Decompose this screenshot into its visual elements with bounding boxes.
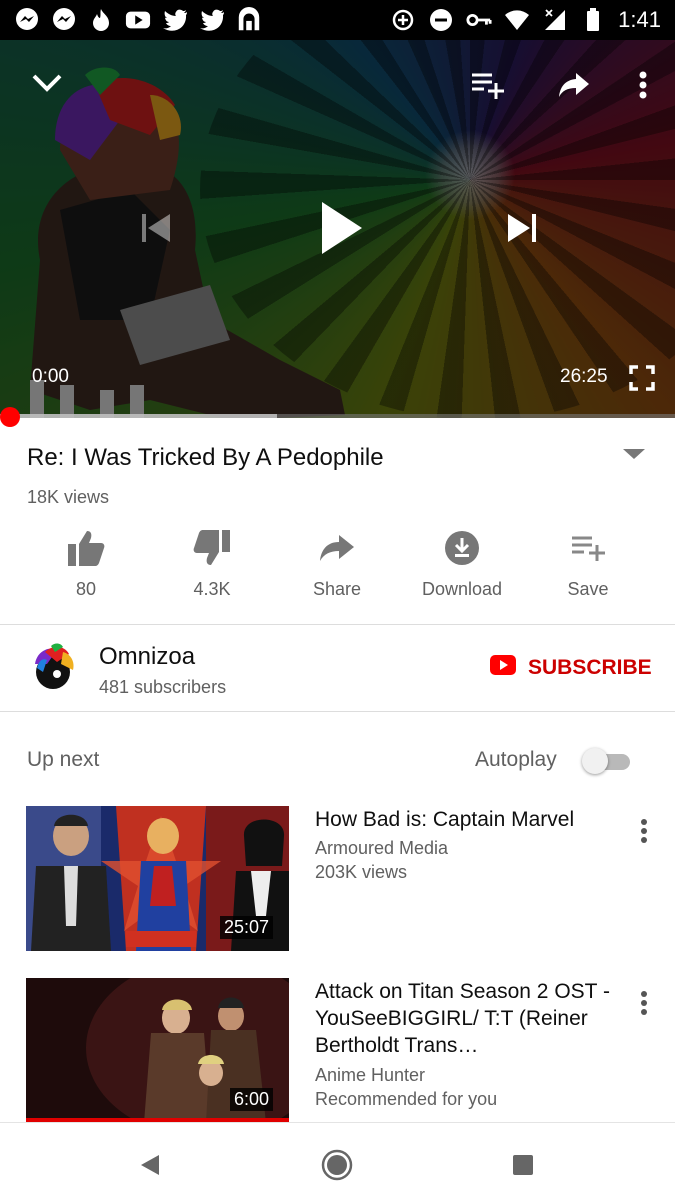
video-meta: 203K views [315,862,408,882]
fullscreen-icon[interactable] [626,362,658,394]
video-actions: 80 4.3K Share Download Save [0,528,675,608]
channel-name[interactable]: Omnizoa [99,643,195,671]
video-title[interactable]: How Bad is: Captain Marvel [315,806,615,833]
tinder-icon [88,7,114,33]
share-icon[interactable] [555,66,593,104]
buffered-progress [0,414,277,418]
more-options-icon[interactable] [630,66,656,104]
download-button[interactable]: Download [399,528,525,600]
autoplay-toggle[interactable] [582,748,630,774]
subscribe-button[interactable]: SUBSCRIBE [490,655,652,680]
video-channel: Armoured Media [315,838,449,858]
like-button[interactable]: 80 [23,528,149,600]
video-duration: 26:25 [560,366,608,387]
video-title[interactable]: Attack on Titan Season 2 OST - YouSeeBIG… [315,978,615,1059]
signal-icon [542,7,568,33]
home-icon[interactable] [319,1147,355,1183]
share-icon [319,528,355,568]
video-channel: Anime Hunter [315,1065,426,1085]
dislike-button[interactable]: 4.3K [149,528,275,600]
progress-bar[interactable] [0,414,675,418]
previous-icon[interactable] [136,208,176,248]
next-icon[interactable] [502,208,542,248]
like-count: 80 [75,579,97,599]
more-options-icon[interactable] [640,990,648,1021]
recents-icon[interactable] [505,1147,541,1183]
navigation-bar [0,1122,675,1200]
play-icon[interactable] [312,196,372,260]
add-to-playlist-icon[interactable] [468,66,506,104]
dislike-count: 4.3K [193,579,231,599]
up-next-heading: Up next [27,748,100,771]
video-player[interactable]: 0:00 26:25 [0,40,675,418]
expand-description-icon[interactable] [620,446,648,467]
thumbs-down-icon [192,528,232,568]
channel-avatar[interactable] [27,642,79,694]
minimize-chevron-icon[interactable] [28,64,66,102]
divider [0,624,675,625]
subscriber-count: 481 subscribers [99,677,227,697]
clock: 1:41 [618,7,661,32]
data-saver-icon [390,7,416,33]
add-to-playlist-icon [570,528,606,568]
messenger-icon [51,7,77,33]
save-label: Save [567,579,609,599]
youtube-logo-icon [490,655,516,680]
video-duration-badge: 6:00 [229,1088,273,1111]
twitter-icon [162,7,188,33]
share-label: Share [312,579,362,599]
vpn-key-icon [466,7,492,33]
eon-icon [236,7,262,33]
battery-icon [580,7,606,33]
list-item[interactable]: 6:00 Attack on Titan Season 2 OST - YouS… [0,978,675,1123]
video-duration-badge: 25:07 [219,916,273,939]
video-title: Re: I Was Tricked By A Pedophile [27,444,384,471]
share-button[interactable]: Share [274,528,400,600]
toggle-knob [582,748,608,774]
download-icon [444,528,480,568]
youtube-icon [125,7,151,33]
save-button[interactable]: Save [525,528,651,600]
messenger-icon [14,7,40,33]
system-icons: 1:41 [390,7,661,33]
more-options-icon[interactable] [640,818,648,849]
back-icon[interactable] [132,1147,168,1183]
autoplay-label: Autoplay [475,748,557,771]
subscribe-label: SUBSCRIBE [528,655,652,679]
status-bar: 1:41 [0,0,675,40]
download-label: Download [421,579,503,599]
divider [0,711,675,712]
wifi-icon [504,7,530,33]
twitter-icon [199,7,225,33]
video-meta: Recommended for you [315,1089,498,1109]
notification-icons [14,7,262,33]
current-time: 0:00 [32,366,69,387]
view-count: 18K views [27,487,110,507]
progress-scrubber[interactable] [0,407,20,427]
thumbs-up-icon [66,528,106,568]
video-thumbnail[interactable]: 25:07 [26,806,289,951]
video-thumbnail[interactable]: 6:00 [26,978,289,1123]
do-not-disturb-icon [428,7,454,33]
list-item[interactable]: 25:07 How Bad is: Captain Marvel Armoure… [0,806,675,951]
